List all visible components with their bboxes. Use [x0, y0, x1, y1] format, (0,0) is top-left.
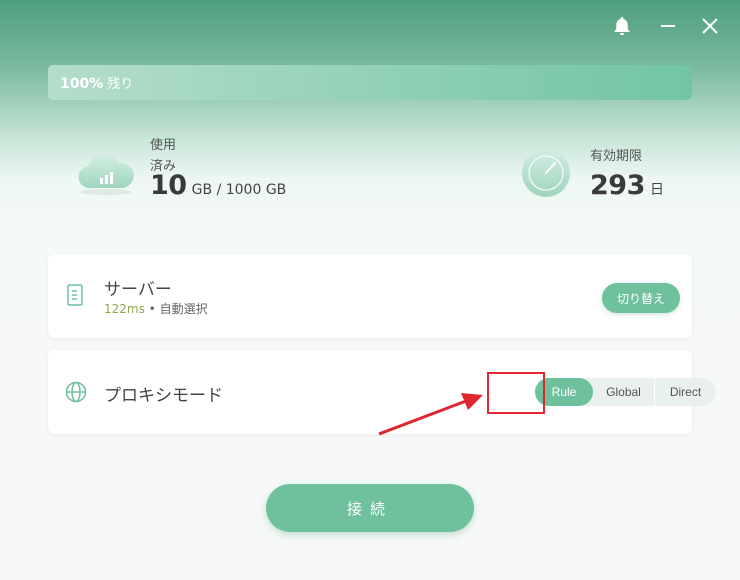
minimize-icon[interactable] — [656, 14, 680, 38]
server-separator: • — [144, 302, 160, 316]
server-status: 122ms • 自動選択 — [104, 300, 208, 317]
proxy-mode-card: プロキシモード Rule Global Direct — [48, 350, 716, 434]
proxy-mode-selector: Rule Global Direct — [535, 378, 716, 406]
globe-icon — [65, 381, 87, 407]
server-mode: 自動選択 — [159, 302, 208, 316]
validity-label: 有効期限 — [590, 149, 643, 164]
usage-used: 10 — [150, 170, 187, 201]
usage-label-line1: 使用 — [150, 138, 177, 153]
bell-icon[interactable] — [610, 14, 634, 38]
validity-unit: 日 — [649, 182, 664, 198]
validity-days: 293 — [590, 170, 645, 201]
close-icon[interactable] — [698, 14, 722, 38]
server-card: サーバー 122ms • 自動選択 切り替え — [48, 254, 692, 338]
server-title: サーバー — [104, 280, 172, 300]
switch-server-button[interactable]: 切り替え — [602, 283, 680, 313]
gauge-icon — [519, 148, 573, 206]
quota-progress-bar: 100% 残り — [48, 65, 692, 100]
proxy-mode-direct[interactable]: Direct — [655, 378, 716, 406]
quota-remaining-label: 残り — [107, 77, 134, 92]
usage-unit: GB / 1000 GB — [191, 182, 287, 198]
cloud-icon — [76, 148, 136, 200]
quota-progress-fill: 100% 残り — [48, 65, 692, 100]
validity-value: 293 日 — [590, 170, 664, 201]
connect-button[interactable]: 接続 — [266, 484, 474, 532]
quota-percent: 100% — [60, 76, 104, 92]
server-latency: 122ms — [104, 302, 145, 316]
proxy-mode-global[interactable]: Global — [593, 378, 654, 406]
proxy-mode-rule[interactable]: Rule — [535, 378, 593, 406]
server-list-icon — [66, 284, 84, 310]
proxy-mode-title: プロキシモード — [104, 386, 223, 406]
usage-value: 10 GB / 1000 GB — [150, 170, 286, 201]
quota-text: 100% 残り — [60, 73, 133, 92]
